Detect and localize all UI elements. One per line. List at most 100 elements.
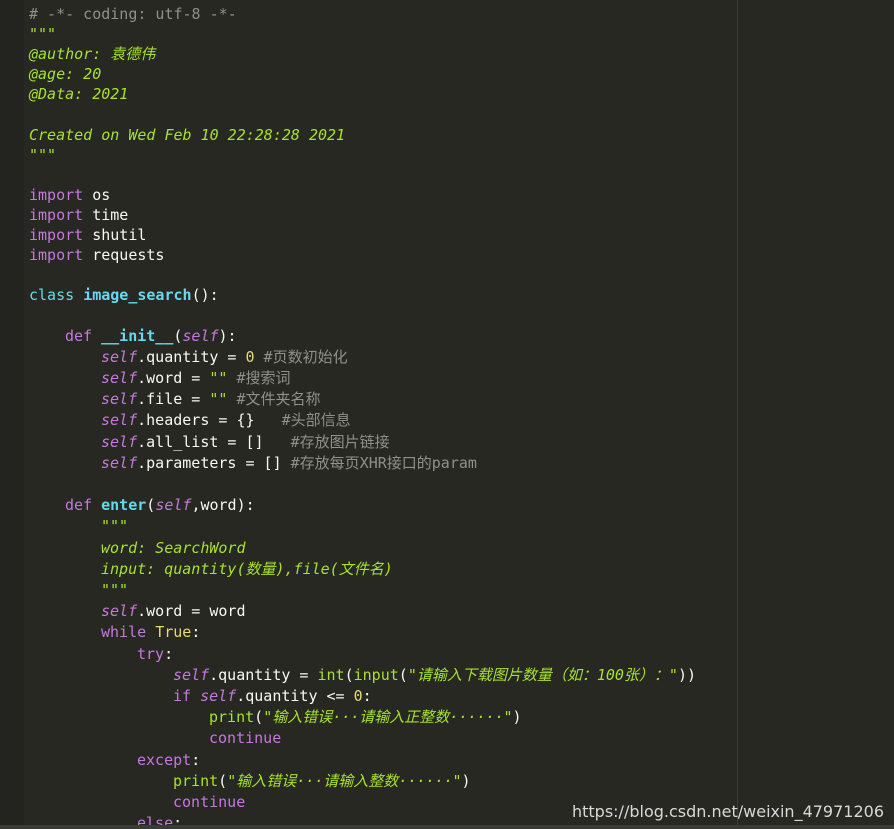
code-token: self [173,665,210,684]
horizontal-scrollbar[interactable] [0,825,894,829]
code-token: .all_list = [] [137,432,264,451]
code-token: print [173,771,219,790]
code-token: Created on Wed Feb 10 22:28:28 2021 [29,125,346,144]
code-line: print("输入错误···请输入整数······") [173,771,471,791]
code-token: .quantity <= [236,687,354,705]
code-token: ) [461,771,471,790]
code-line: """ [29,24,56,44]
code-token: __init__ [101,326,174,345]
code-token: ): [218,326,237,345]
code-token: enter [101,496,147,515]
code-line: import shutil [29,225,146,245]
code-token: image_search [83,286,192,305]
code-token: @Data: 2021 [29,85,129,104]
code-line: """ [101,580,128,600]
code-token: self [101,432,138,451]
code-token: : [164,644,174,663]
code-line: def enter(self,word): [65,495,255,515]
code-token: self [101,347,138,366]
code-line: while True: [101,622,200,642]
code-line: continue [173,792,245,812]
code-line: self.file = "" #文件夹名称 [101,389,321,409]
code-token: ) [512,708,522,727]
code-token: """ [101,581,129,599]
code-token: #头部信息 [254,411,351,430]
code-token: def [65,496,93,515]
code-token: #页数初始化 [254,347,348,366]
code-token: #搜索词 [227,369,291,387]
code-line: def __init__(self): [65,326,237,346]
code-token: self [182,326,219,345]
code-token: "" [209,390,228,409]
code-line: class image_search(): [29,285,219,305]
code-token: self [101,369,138,387]
code-token: input: quantity(数量),file(文件名) [101,559,393,578]
code-token: input [353,665,399,684]
code-line: # -*- coding: utf-8 -*- [29,4,237,24]
code-token: import [29,206,84,224]
code-line: import os [29,185,110,205]
code-line: self.word = word [101,601,246,621]
code-token: (): [191,286,219,305]
code-token: 0 [353,687,363,705]
code-token: requests [83,246,165,265]
code-token: ( [146,496,156,515]
code-token: ( [218,771,228,790]
code-line: @Data: 2021 [29,84,128,104]
code-line: self.all_list = [] #存放图片链接 [101,432,390,452]
code-token: : [191,623,201,642]
code-token: os [83,185,111,204]
code-token: .parameters = [] [137,453,282,472]
code-token: # -*- coding: utf-8 -*- [29,5,237,23]
code-token: @age: 20 [29,65,102,84]
code-token: #文件夹名称 [227,390,321,409]
code-line: import time [29,205,128,225]
code-line: try: [137,644,173,664]
code-line: self.parameters = [] #存放每页XHR接口的param [101,453,477,473]
code-token: try [137,644,165,663]
code-token: "输入错误···请输入整数······" [227,771,462,790]
code-token: ( [344,665,354,684]
code-token: .word = [137,369,210,387]
code-line: Created on Wed Feb 10 22:28:28 2021 [29,125,345,145]
code-line: @author: 袁德伟 [29,44,155,64]
column-ruler [737,0,738,829]
code-token: 0 [245,347,255,366]
code-token: @author: 袁德伟 [29,45,156,64]
code-line: except: [137,750,200,770]
code-token: .headers = {} [137,411,255,430]
code-token: """ [101,517,129,536]
code-token: import [29,185,84,204]
code-token: self [101,602,138,621]
watermark: https://blog.csdn.net/weixin_47971206 [571,802,884,821]
code-token: ( [254,708,264,727]
code-token: ( [398,665,408,684]
code-line: word: SearchWord [101,538,246,558]
code-line: self.word = "" #搜索词 [101,368,291,388]
code-token: #存放图片链接 [263,432,390,451]
code-token: class [29,286,75,305]
code-line: print("输入错误···请输入正整数······") [209,707,522,727]
code-token: self [101,453,138,472]
code-token: True [155,623,192,642]
code-token: .word = word [137,602,246,621]
code-token: if [173,687,192,705]
code-token: import [29,246,84,265]
code-token: self [200,687,237,705]
code-line: @age: 20 [29,64,101,84]
code-line: input: quantity(数量),file(文件名) [101,559,393,579]
code-token: def [65,326,93,345]
code-line: self.quantity = 0 #页数初始化 [101,347,348,367]
code-token: ,word): [191,496,255,515]
code-token: while [101,623,147,642]
code-token: int [317,665,345,684]
code-editor[interactable]: # -*- coding: utf-8 -*- """ @author: 袁德伟 @a… [0,0,894,829]
code-line: """ [29,145,56,165]
code-token: : [191,750,201,769]
code-token: """ [29,145,57,164]
code-token: word: SearchWord [101,538,246,557]
